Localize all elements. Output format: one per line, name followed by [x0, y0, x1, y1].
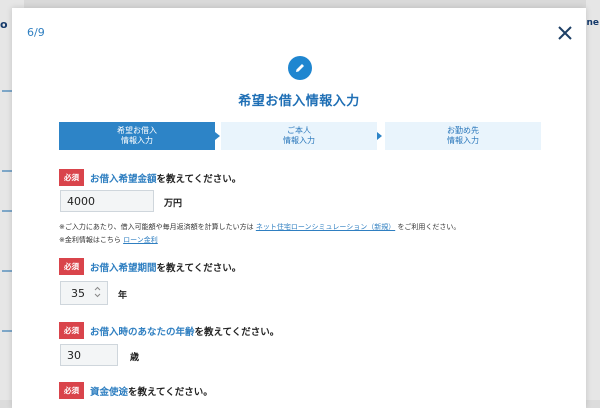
close-icon — [558, 26, 572, 40]
question-purpose: 必須 資金使途 を教えてください。 — [59, 382, 213, 399]
amount-input[interactable] — [60, 190, 154, 212]
question-suffix: を教えてください。 — [194, 326, 280, 338]
pencil-icon — [288, 56, 312, 80]
period-stepper[interactable]: 35 — [60, 281, 108, 305]
question-amount: 必須 お借入希望金額 を教えてください。 — [59, 169, 241, 186]
required-badge: 必須 — [59, 322, 84, 339]
loan-info-modal: 6/9 希望お借入情報入力 希望お借入 情報入力 ご本人 情報入力 お勤め先 情… — [12, 8, 586, 408]
amount-note: ※ご入力にあたり、借入可能額や毎月返済額を計算したい方は ネット住宅ローンシミュ… — [59, 222, 460, 232]
step-employer-info: お勤め先 情報入力 — [385, 122, 541, 150]
question-suffix: を教えてください。 — [128, 386, 213, 398]
question-label: お借入時のあなたの年齢 — [90, 326, 195, 338]
question-suffix: を教えてください。 — [156, 262, 242, 274]
age-unit: 歳 — [130, 353, 140, 363]
question-label: お借入希望期間 — [90, 262, 157, 274]
close-button[interactable] — [554, 22, 576, 44]
background-mark — [2, 170, 12, 172]
progress-steps: 希望お借入 情報入力 ご本人 情報入力 お勤め先 情報入力 — [59, 122, 541, 150]
note-text: ※金利情報はこちら — [59, 236, 121, 244]
question-label: 資金使途 — [90, 386, 129, 398]
note-text: をご利用ください。 — [397, 223, 461, 231]
question-age: 必須 お借入時のあなたの年齢 を教えてください。 — [59, 322, 279, 339]
step-personal-info: ご本人 情報入力 — [221, 122, 377, 150]
period-unit: 年 — [118, 291, 128, 301]
step-label-line1: ご本人 — [287, 126, 311, 135]
question-period: 必須 お借入希望期間 を教えてください。 — [59, 258, 241, 275]
simulation-link[interactable]: ネット住宅ローンシミュレーション（新規） — [256, 223, 395, 231]
note-text: ※ご入力にあたり、借入可能額や毎月返済額を計算したい方は — [59, 223, 254, 231]
background-mark — [2, 90, 12, 92]
background-logo-left: o — [0, 18, 8, 31]
age-input[interactable] — [60, 344, 118, 366]
step-label-line2: 情報入力 — [447, 136, 479, 145]
question-label: お借入希望金額 — [90, 173, 157, 185]
step-arrow — [215, 132, 220, 140]
page-title: 希望お借入情報入力 — [238, 94, 360, 109]
question-suffix: を教えてください。 — [156, 173, 242, 185]
required-badge: 必須 — [59, 169, 84, 186]
stepper-icon — [94, 286, 101, 298]
required-badge: 必須 — [59, 382, 84, 399]
step-counter: 6/9 — [27, 26, 45, 39]
background-mark — [2, 270, 12, 272]
background-mark — [2, 330, 12, 332]
step-label-line2: 情報入力 — [283, 136, 315, 145]
required-badge: 必須 — [59, 258, 84, 275]
period-value: 35 — [71, 287, 85, 300]
background-right-strip — [586, 0, 600, 400]
step-label-line1: 希望お借入 — [117, 126, 157, 135]
background-logo-right: ne — [586, 18, 599, 28]
amount-unit: 万円 — [164, 199, 183, 209]
step-label-line1: お勤め先 — [447, 126, 479, 135]
step-loan-info: 希望お借入 情報入力 — [59, 122, 215, 150]
rate-note: ※金利情報はこちら ローン金利 — [59, 235, 158, 245]
step-arrow — [377, 132, 382, 140]
rate-link[interactable]: ローン金利 — [123, 236, 158, 244]
background-mark — [2, 210, 12, 212]
step-label-line2: 情報入力 — [121, 136, 153, 145]
